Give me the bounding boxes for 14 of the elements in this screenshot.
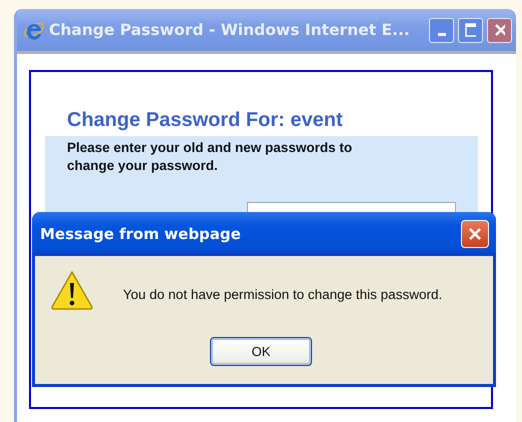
dialog-title: Message from webpage: [40, 225, 242, 243]
maximize-button[interactable]: [458, 18, 483, 42]
window-title: Change Password - Windows Internet E...: [49, 21, 411, 39]
maximize-icon: [465, 23, 476, 37]
warning-icon: [50, 269, 94, 311]
ok-button[interactable]: OK: [210, 337, 312, 366]
dialog-message: You do not have permission to change this password.: [123, 286, 442, 302]
close-button[interactable]: [487, 18, 512, 42]
minimize-button[interactable]: [429, 18, 454, 42]
minimize-icon: [438, 33, 446, 36]
close-icon: [494, 23, 505, 37]
close-icon: [467, 226, 483, 242]
instructions-text: Please enter your old and new passwords to change your password.: [67, 139, 354, 175]
page-heading: Change Password For: event: [67, 109, 344, 132]
